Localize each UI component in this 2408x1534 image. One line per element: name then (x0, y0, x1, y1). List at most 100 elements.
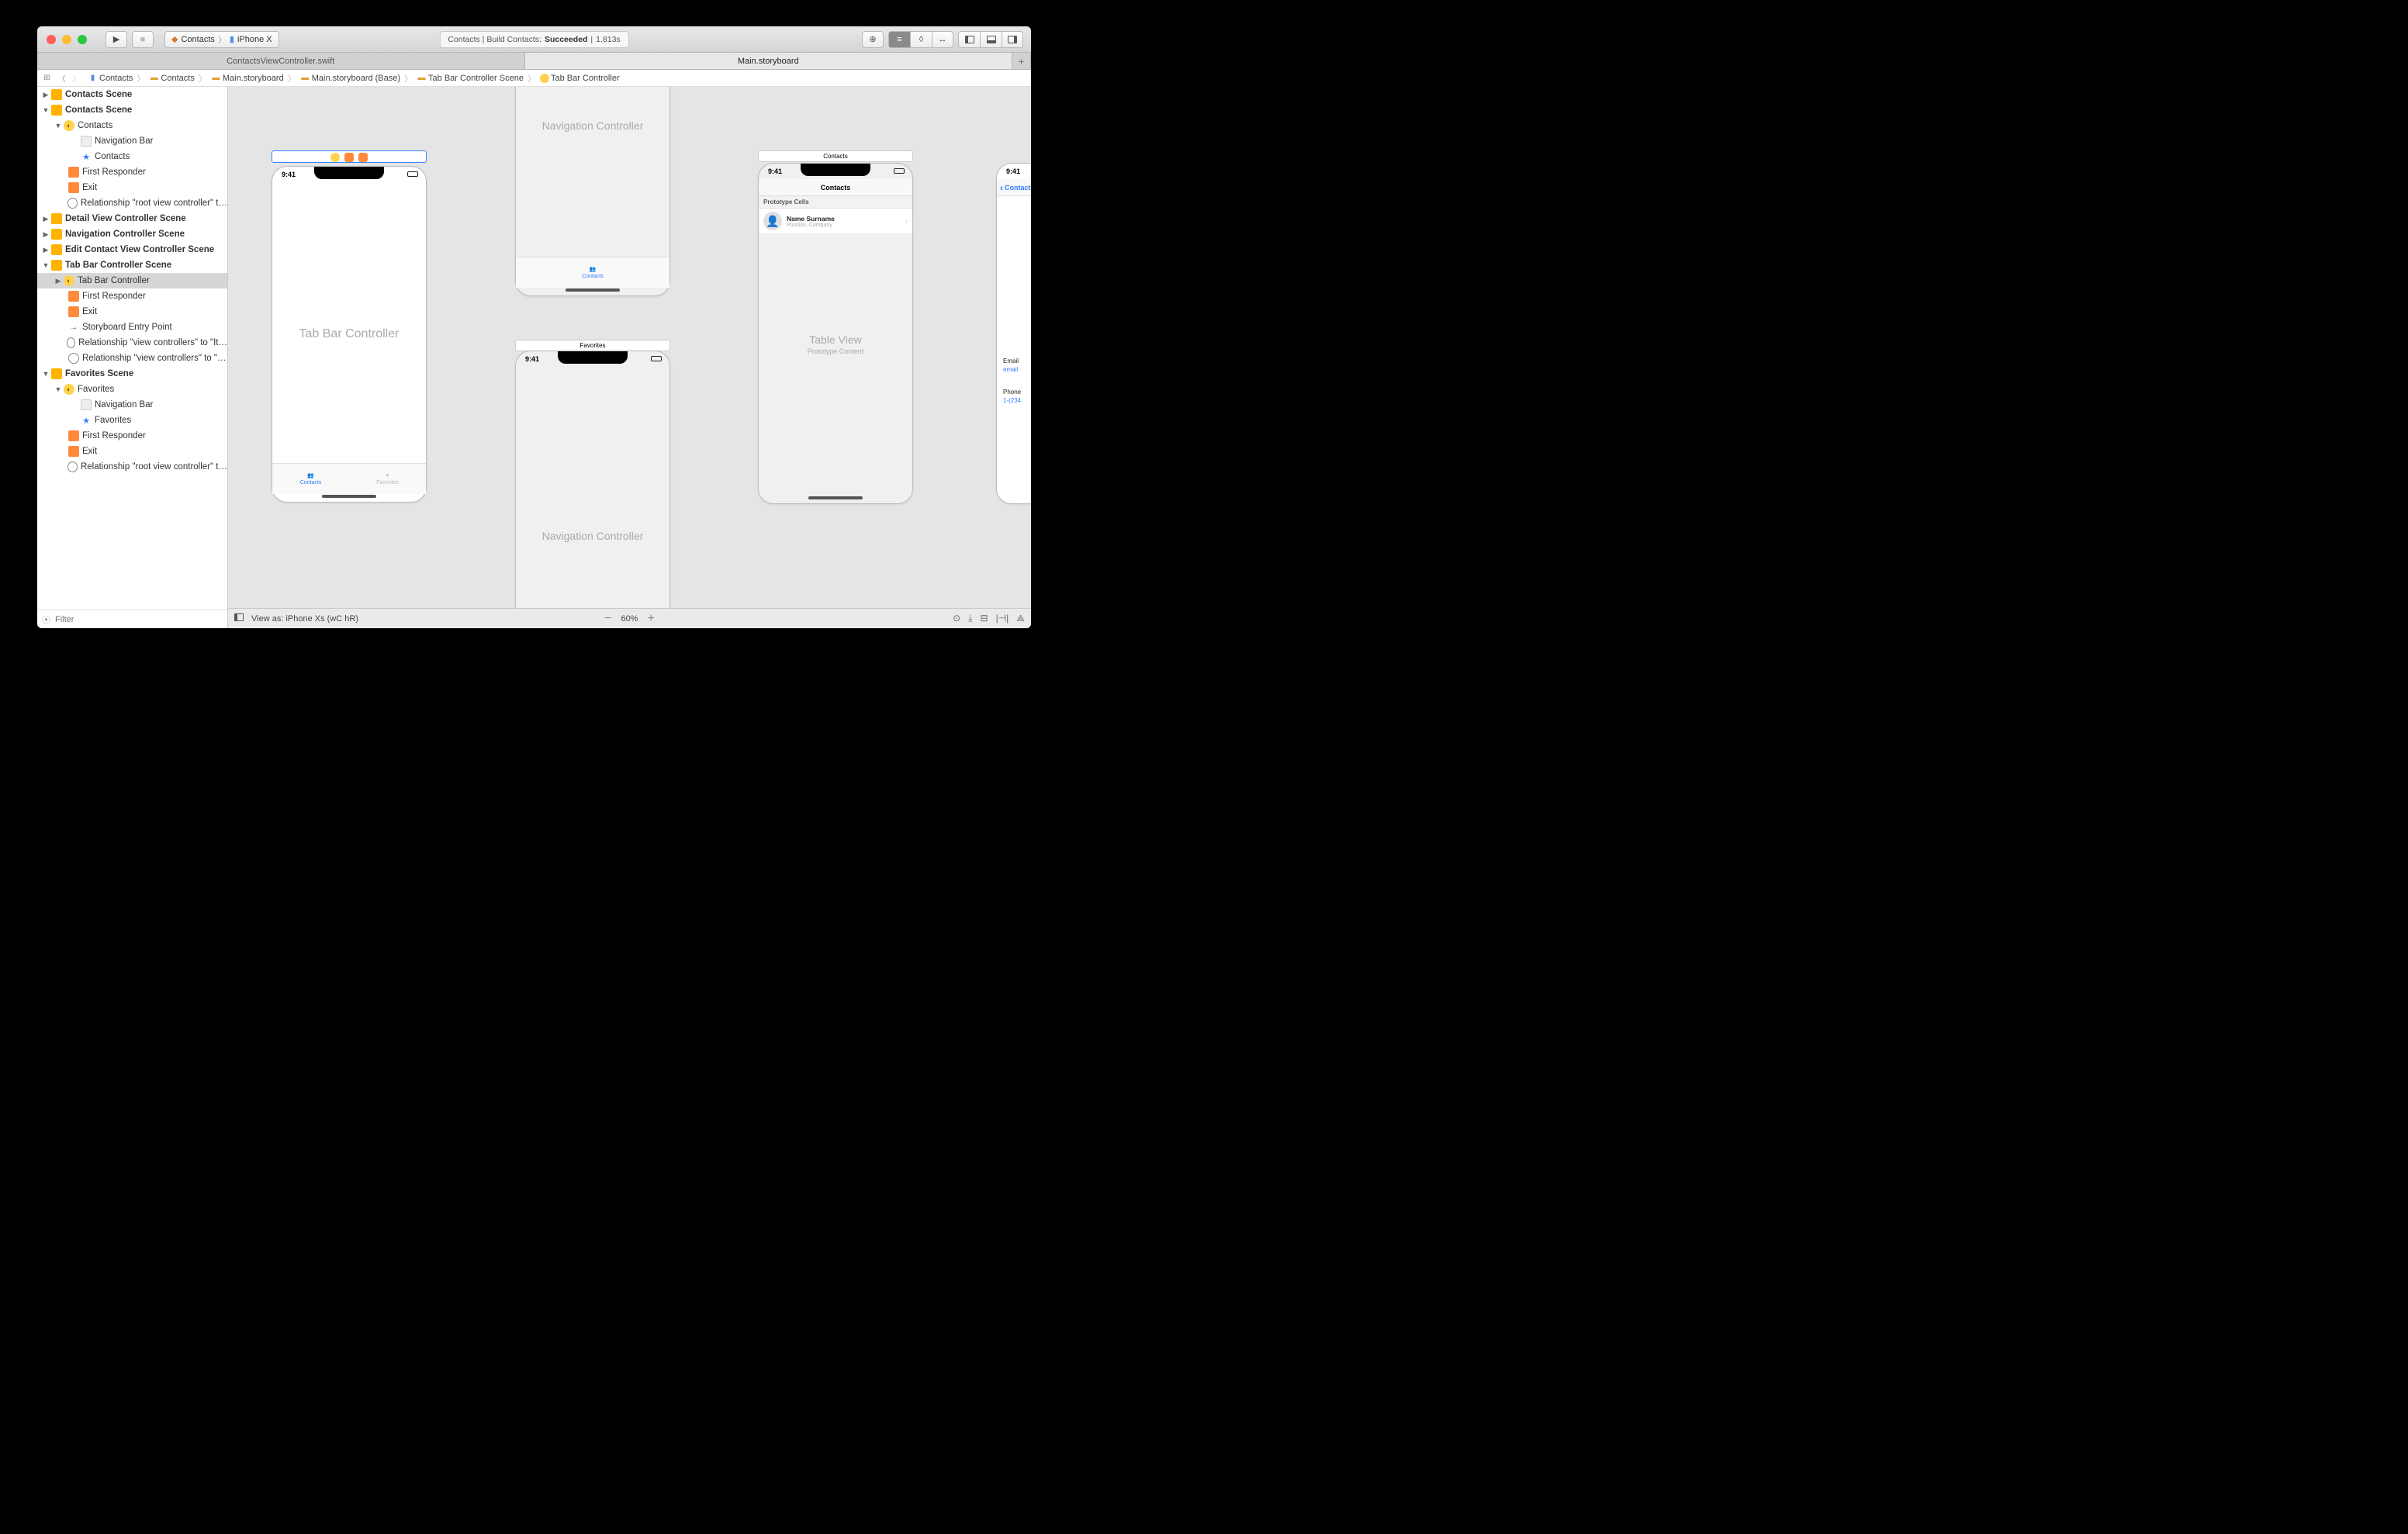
jb-file-base[interactable]: Main.storyboard (Base) (312, 74, 400, 83)
email-value[interactable]: email (1003, 366, 1019, 373)
rel-vc-2[interactable]: Relationship "view controllers" to "… (37, 351, 227, 366)
outline-tree[interactable]: ▶Contacts Scene ▼Contacts Scene ▼◐Contac… (37, 87, 227, 610)
notch-icon (558, 351, 628, 364)
back-label[interactable]: Contacts (1005, 184, 1031, 192)
first-responder-2[interactable]: First Responder (37, 288, 227, 304)
library-button[interactable]: ⊕ (862, 31, 884, 48)
vc-icon (540, 74, 549, 83)
tab-storyboard[interactable]: Main.storyboard (525, 53, 1013, 69)
version-editor[interactable]: ↔ (932, 31, 953, 48)
zoom-in[interactable]: + (648, 612, 655, 626)
phone-nav-top[interactable]: Navigation Controller 👥Contacts (515, 87, 670, 296)
scene-tabbar[interactable]: ▼Tab Bar Controller Scene (37, 257, 227, 273)
tab-favorites[interactable]: ♥Favorites (349, 464, 426, 494)
pin-icon[interactable]: |⊣| (996, 613, 1009, 624)
phone-label: Phone (1003, 389, 1021, 396)
scheme-app: Contacts (181, 35, 214, 44)
align-icon[interactable]: ⊟ (981, 613, 988, 624)
forward-icon[interactable]: 〉 (71, 73, 81, 83)
issues-icon[interactable]: ⊙ (953, 613, 960, 624)
contacts-item[interactable]: ★Contacts (37, 149, 227, 164)
scene-nav[interactable]: ▶Navigation Controller Scene (37, 226, 227, 242)
jb-controller[interactable]: Tab Bar Controller (551, 74, 620, 83)
first-responder-1[interactable]: First Responder (37, 164, 227, 180)
tab-contacts-nav[interactable]: 👥Contacts (516, 257, 669, 288)
exit-chip-icon (358, 153, 368, 162)
scene-label-tabbar[interactable] (272, 150, 427, 163)
scheme-selector[interactable]: ◆ Contacts 〉 ▮ iPhone X (164, 31, 279, 48)
cell-name: Name Surname (787, 215, 835, 223)
prototype-cells: Prototype Cells 👤 Name Surname Position,… (759, 196, 912, 234)
jb-file[interactable]: Main.storyboard (223, 74, 284, 83)
rel-root-2[interactable]: Relationship "root view controller" t… (37, 459, 227, 475)
canvas-tool-icons: ⊙ ⤓ ⊟ |⊣| ⟁ (953, 613, 1025, 624)
scene-detail[interactable]: ▶Detail View Controller Scene (37, 211, 227, 226)
vc-tabbar[interactable]: ▶◐Tab Bar Controller (37, 273, 227, 288)
back-chevron-icon[interactable]: ‹ (1000, 182, 1003, 193)
vc-favorites[interactable]: ▼◐Favorites (37, 382, 227, 397)
zoom-level[interactable]: 60% (621, 614, 638, 624)
toggle-inspectors[interactable] (1002, 31, 1023, 48)
related-items-icon[interactable]: ⊞ (42, 73, 52, 83)
phone-detail[interactable]: 9:41 ‹ Contacts Email email Phone 1-(234 (996, 163, 1031, 504)
zoom-out[interactable]: − (604, 612, 611, 626)
scene-favorites[interactable]: ▼Favorites Scene (37, 366, 227, 382)
jb-group[interactable]: Contacts (161, 74, 194, 83)
vc-contacts[interactable]: ▼◐Contacts (37, 118, 227, 133)
phone-value[interactable]: 1-(234 (1003, 397, 1021, 404)
detail-phone-section: Phone 1-(234 (1003, 389, 1021, 404)
resolve-icon[interactable]: ⟁ (1016, 613, 1025, 624)
navigation-bar[interactable]: Navigation Bar (37, 133, 227, 149)
view-as-label[interactable]: View as: iPhone Xs (wC hR) (251, 614, 358, 624)
storyboard-icon: ▬ (211, 73, 221, 83)
toggle-navigator[interactable] (958, 31, 980, 48)
assistant-editor[interactable]: ◊ (910, 31, 932, 48)
rel-root-1[interactable]: Relationship "root view controller" t… (37, 195, 227, 211)
navigation-bar-2[interactable]: Navigation Bar (37, 397, 227, 413)
exit-1[interactable]: Exit (37, 180, 227, 195)
new-tab[interactable]: + (1012, 53, 1031, 69)
exit-3[interactable]: Exit (37, 444, 227, 459)
phone-nav-bottom[interactable]: 9:41 Navigation Controller (515, 351, 670, 608)
rel-vc-1[interactable]: Relationship "view controllers" to "It… (37, 335, 227, 351)
tab-contacts[interactable]: 👥Contacts (272, 464, 349, 494)
titlebar: ▶ ■ ◆ Contacts 〉 ▮ iPhone X Contacts | B… (37, 26, 1031, 53)
stop-button[interactable]: ■ (132, 31, 154, 48)
activity-viewer[interactable]: Contacts | Build Contacts: Succeeded | 1… (439, 31, 628, 48)
home-indicator (322, 495, 376, 498)
favorites-item[interactable]: ★Favorites (37, 413, 227, 428)
close-window[interactable] (47, 35, 56, 44)
nav-tabbar-top: 👥Contacts (516, 257, 669, 288)
scene-contacts-2[interactable]: ▼Contacts Scene (37, 102, 227, 118)
tab-contactsvc[interactable]: ContactsViewController.swift (37, 53, 525, 69)
first-responder-3[interactable]: First Responder (37, 428, 227, 444)
entry-point[interactable]: →Storyboard Entry Point (37, 320, 227, 335)
standard-editor[interactable]: ≡ (888, 31, 910, 48)
jb-project[interactable]: Contacts (99, 74, 133, 83)
scene-label-favorites[interactable]: Favorites (515, 340, 670, 351)
scene-label-contacts-table[interactable]: Contacts (758, 150, 913, 162)
contact-cell[interactable]: 👤 Name Surname Position, Company › (759, 209, 912, 234)
proto-content-label: Prototype Content (759, 347, 912, 355)
phone-tabbar[interactable]: 9:41 Tab Bar Controller 👥Contacts ♥Favor… (272, 166, 427, 503)
folder-icon: ▬ (149, 73, 159, 83)
embed-icon[interactable]: ⤓ (968, 613, 972, 624)
phone-contacts-table[interactable]: 9:41 Contacts Prototype Cells 👤 Name Sur… (758, 163, 913, 504)
zoom-window[interactable] (78, 35, 87, 44)
window-controls (37, 35, 87, 44)
back-icon[interactable]: 〈 (57, 73, 67, 83)
outline-filter: ⦿ (37, 610, 227, 628)
scene-edit[interactable]: ▶Edit Contact View Controller Scene (37, 242, 227, 257)
scene-contacts-1[interactable]: ▶Contacts Scene (37, 87, 227, 102)
storyboard-canvas[interactable]: 9:41 Tab Bar Controller 👥Contacts ♥Favor… (228, 87, 1031, 608)
filter-input[interactable] (55, 615, 223, 624)
toggle-outline-icon[interactable] (234, 613, 244, 624)
navbar-detail: ‹ Contacts (997, 179, 1031, 196)
battery-icon (651, 356, 662, 361)
jb-scene[interactable]: Tab Bar Controller Scene (428, 74, 524, 83)
minimize-window[interactable] (62, 35, 71, 44)
run-button[interactable]: ▶ (106, 31, 127, 48)
exit-2[interactable]: Exit (37, 304, 227, 320)
proto-cells-header: Prototype Cells (759, 196, 912, 209)
toggle-debug-area[interactable] (980, 31, 1002, 48)
